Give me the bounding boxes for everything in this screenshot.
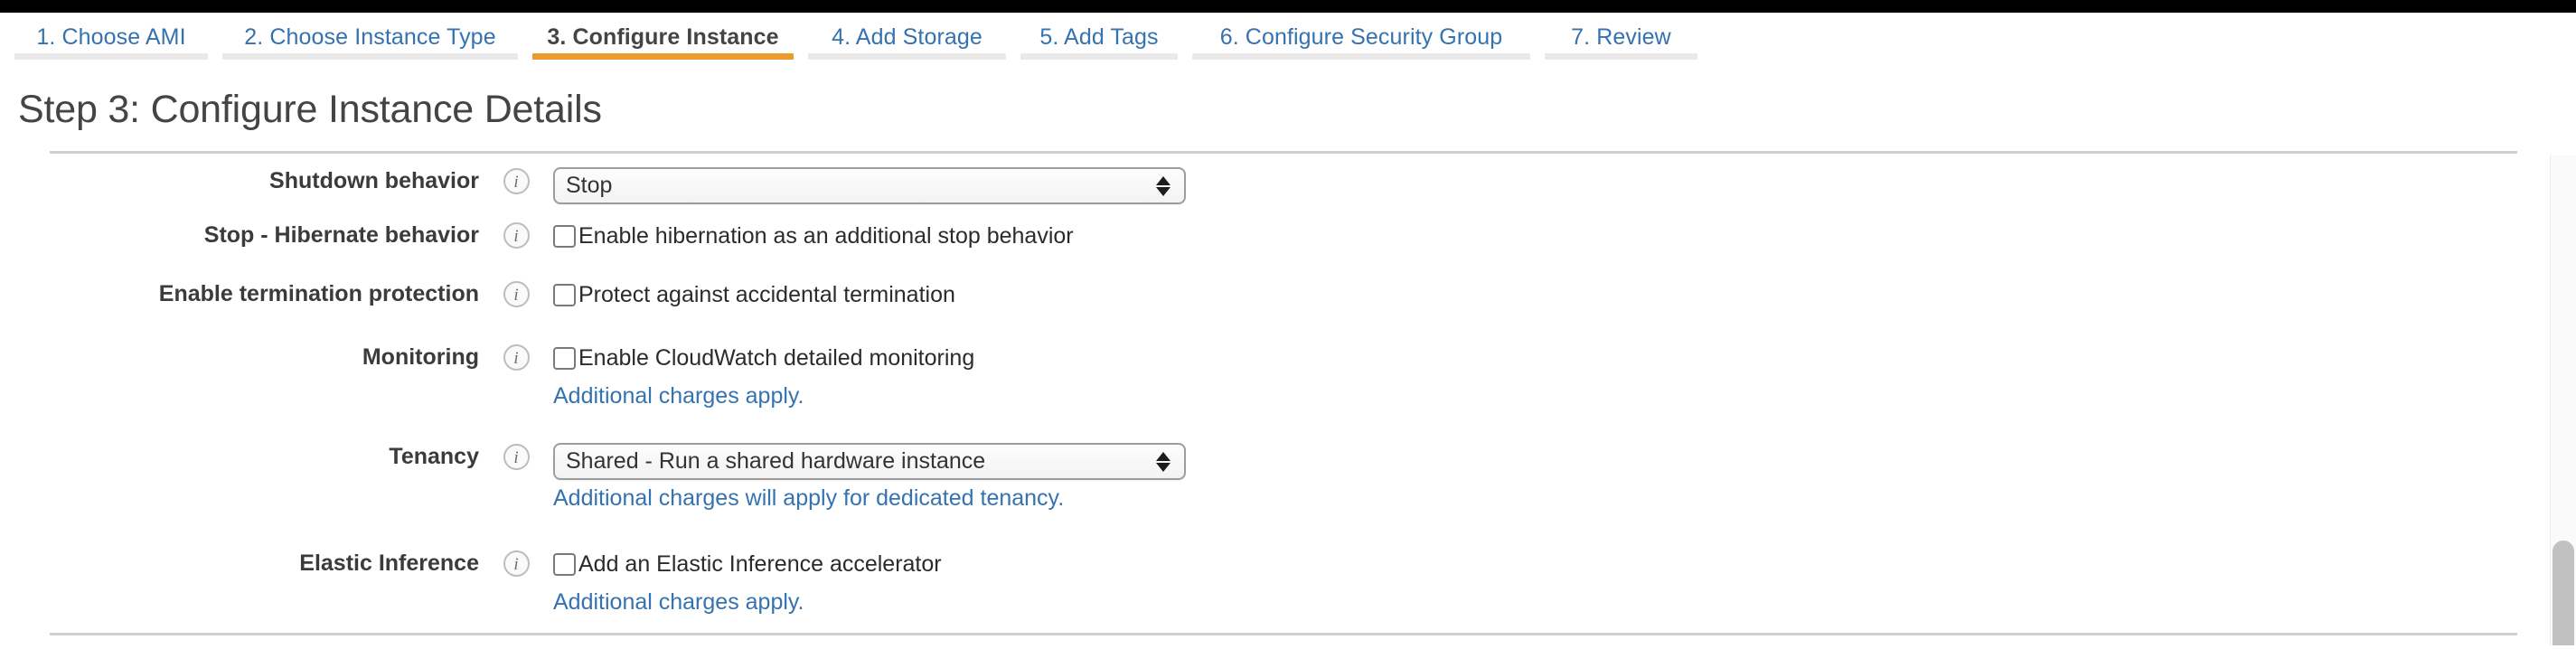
tab-underline <box>808 53 1006 60</box>
info-icon-cell: i <box>479 550 553 577</box>
elastic-inference-label[interactable]: Add an Elastic Inference accelerator <box>578 550 942 579</box>
tab-label: 4. Add Storage <box>832 24 982 50</box>
tab-underline <box>222 53 518 60</box>
page-title: Step 3: Configure Instance Details <box>18 88 602 131</box>
control-termination-protection: Protect against accidental termination <box>553 280 2576 310</box>
form-row-shutdown-behavior: Shutdown behavior i Stop <box>0 167 2576 221</box>
form-row-hibernate-behavior: Stop - Hibernate behavior i Enable hiber… <box>0 221 2576 280</box>
tenancy-additional-charges-link[interactable]: Additional charges will apply for dedica… <box>553 484 2576 513</box>
tab-configure-security-group[interactable]: 6. Configure Security Group <box>1185 13 1537 65</box>
divider-bottom <box>50 633 2517 635</box>
control-monitoring: Enable CloudWatch detailed monitoring Ad… <box>553 343 2576 411</box>
browser-top-bar <box>0 0 2576 13</box>
tab-label: 2. Choose Instance Type <box>244 24 496 50</box>
tab-underline <box>14 53 208 60</box>
tab-label: 3. Configure Instance <box>547 24 779 50</box>
info-icon[interactable]: i <box>503 444 530 470</box>
label-hibernate-behavior: Stop - Hibernate behavior <box>203 222 479 248</box>
tab-underline-active <box>532 53 794 60</box>
select-value: Shared - Run a shared hardware instance <box>566 448 986 474</box>
control-elastic-inference: Add an Elastic Inference accelerator Add… <box>553 550 2576 617</box>
cloudwatch-monitoring-label[interactable]: Enable CloudWatch detailed monitoring <box>578 343 974 373</box>
checkbox-line: Enable CloudWatch detailed monitoring <box>553 343 2576 373</box>
instance-details-form: Shutdown behavior i Stop Stop - Hibernat… <box>0 167 2576 649</box>
info-icon-cell: i <box>479 280 553 307</box>
tab-label: 1. Choose AMI <box>36 24 186 50</box>
form-row-tenancy: Tenancy i Shared - Run a shared hardware… <box>0 443 2576 550</box>
tab-add-storage[interactable]: 4. Add Storage <box>801 13 1013 65</box>
label-shutdown-behavior: Shutdown behavior <box>269 168 479 193</box>
info-icon-cell: i <box>479 167 553 194</box>
tab-add-tags[interactable]: 5. Add Tags <box>1013 13 1185 65</box>
tab-label: 7. Review <box>1571 24 1671 50</box>
shutdown-behavior-select[interactable]: Stop <box>553 167 1186 204</box>
form-row-monitoring: Monitoring i Enable CloudWatch detailed … <box>0 343 2576 443</box>
form-row-termination-protection: Enable termination protection i Protect … <box>0 280 2576 343</box>
divider-top <box>50 151 2517 154</box>
elastic-inference-additional-charges-link[interactable]: Additional charges apply. <box>553 588 2576 617</box>
chevron-updown-icon <box>1148 451 1179 472</box>
tab-label: 5. Add Tags <box>1039 24 1159 50</box>
info-icon[interactable]: i <box>503 550 530 577</box>
tab-label: 6. Configure Security Group <box>1219 24 1503 50</box>
checkbox-line: Add an Elastic Inference accelerator <box>553 550 2576 579</box>
elastic-inference-checkbox[interactable] <box>553 553 576 576</box>
tab-choose-instance-type[interactable]: 2. Choose Instance Type <box>215 13 525 65</box>
info-icon[interactable]: i <box>503 281 530 307</box>
wizard-tab-strip: 1. Choose AMI 2. Choose Instance Type 3.… <box>0 13 2576 65</box>
enable-hibernation-checkbox[interactable] <box>553 225 576 248</box>
control-shutdown-behavior: Stop <box>553 167 2576 204</box>
chevron-updown-icon <box>1148 175 1179 196</box>
label-elastic-inference: Elastic Inference <box>299 550 479 576</box>
tenancy-select[interactable]: Shared - Run a shared hardware instance <box>553 443 1186 480</box>
label-termination-protection: Enable termination protection <box>158 281 479 306</box>
cloudwatch-monitoring-checkbox[interactable] <box>553 347 576 370</box>
monitoring-additional-charges-link[interactable]: Additional charges apply. <box>553 381 2576 411</box>
checkbox-line: Enable hibernation as an additional stop… <box>553 221 2576 251</box>
label-monitoring: Monitoring <box>362 344 479 370</box>
tab-underline <box>1192 53 1530 60</box>
control-tenancy: Shared - Run a shared hardware instance … <box>553 443 2576 513</box>
select-value: Stop <box>566 173 613 198</box>
info-icon-cell: i <box>479 221 553 249</box>
vertical-scrollbar-thumb[interactable] <box>2552 541 2574 645</box>
termination-protection-label[interactable]: Protect against accidental termination <box>578 280 955 310</box>
tab-review[interactable]: 7. Review <box>1537 13 1705 65</box>
termination-protection-checkbox[interactable] <box>553 284 576 306</box>
tab-underline <box>1545 53 1697 60</box>
checkbox-line: Protect against accidental termination <box>553 280 2576 310</box>
info-icon[interactable]: i <box>503 168 530 194</box>
info-icon-cell: i <box>479 343 553 371</box>
info-icon[interactable]: i <box>503 344 530 371</box>
tab-underline <box>1020 53 1178 60</box>
info-icon[interactable]: i <box>503 222 530 249</box>
tab-configure-instance[interactable]: 3. Configure Instance <box>525 13 801 65</box>
tab-choose-ami[interactable]: 1. Choose AMI <box>7 13 215 65</box>
info-icon-cell: i <box>479 443 553 470</box>
control-hibernate-behavior: Enable hibernation as an additional stop… <box>553 221 2576 251</box>
enable-hibernation-label[interactable]: Enable hibernation as an additional stop… <box>578 221 1074 251</box>
label-tenancy: Tenancy <box>389 444 479 469</box>
